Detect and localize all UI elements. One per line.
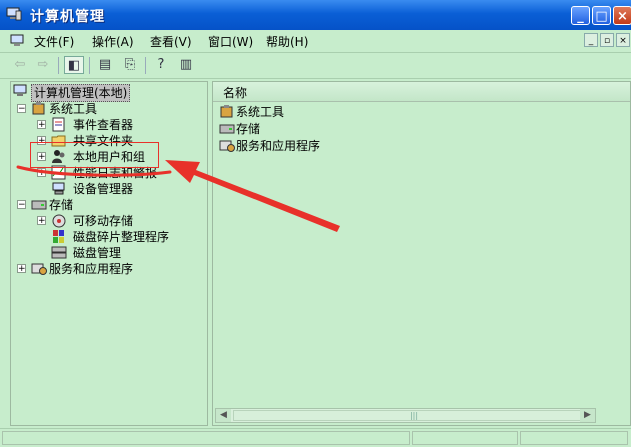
annotation-highlight-box — [30, 142, 159, 168]
status-cell — [520, 431, 628, 445]
computer-management-icon — [6, 7, 22, 21]
maximize-button[interactable]: □ — [592, 6, 611, 25]
export-list-icon[interactable]: ⎘ — [120, 56, 140, 74]
menu-action[interactable]: 操作(A) — [92, 33, 134, 50]
expand-toggle[interactable]: + — [37, 120, 46, 130]
console-tree-pane[interactable]: 计算机管理(本地) − 系统工具 + 事件查看器 + 共享文件夹 + 本地用户和… — [10, 81, 208, 426]
tree-root-label: 计算机管理(本地) — [31, 84, 131, 102]
menu-file[interactable]: 文件(F) — [34, 33, 74, 50]
disk-management-icon — [51, 246, 67, 259]
expand-toggle[interactable]: + — [17, 264, 26, 274]
child-close-button[interactable]: × — [616, 33, 630, 47]
tree-disk-defrag-label: 磁盘碎片整理程序 — [73, 230, 170, 244]
collapse-toggle[interactable]: − — [17, 200, 26, 210]
system-tools-icon — [32, 102, 45, 115]
removable-storage-icon — [52, 214, 66, 228]
horizontal-scrollbar[interactable]: ◀ ||| ▶ — [215, 408, 596, 423]
tree-disk-management-label: 磁盘管理 — [73, 246, 122, 260]
tree-removable-storage-label: 可移动存储 — [73, 214, 134, 228]
child-restore-button[interactable]: ▫ — [600, 33, 614, 47]
close-button[interactable]: × — [613, 6, 631, 25]
storage-icon — [219, 124, 235, 134]
services-icon — [219, 140, 235, 152]
show-hide-action-pane-icon[interactable]: ▥ — [176, 56, 196, 74]
console-icon[interactable] — [10, 34, 26, 48]
collapse-toggle[interactable]: − — [17, 104, 26, 114]
list-item-label: 服务和应用程序 — [236, 139, 321, 153]
child-minimize-button[interactable]: _ — [584, 33, 598, 47]
storage-icon — [31, 200, 47, 210]
help-icon[interactable]: ? — [151, 56, 171, 74]
details-pane[interactable]: 名称 系统工具 存储 服务和应用程序 ◀ ||| ▶ — [212, 81, 631, 426]
expand-toggle[interactable]: + — [37, 168, 46, 178]
forward-icon[interactable]: ⇨ — [33, 56, 53, 74]
expand-toggle[interactable]: + — [37, 216, 46, 226]
back-icon[interactable]: ⇦ — [10, 56, 30, 74]
column-header-name[interactable]: 名称 — [213, 82, 630, 102]
toolbar-separator — [145, 57, 146, 74]
list-item-label: 系统工具 — [236, 105, 285, 119]
defrag-icon — [53, 230, 64, 243]
tree-event-viewer-label: 事件查看器 — [73, 118, 134, 132]
column-header-label: 名称 — [223, 86, 248, 100]
computer-management-icon — [13, 84, 27, 96]
list-item-label: 存储 — [236, 122, 261, 136]
toolbar-separator — [89, 57, 90, 74]
tree-services-apps-label: 服务和应用程序 — [49, 262, 134, 276]
window-title: 计算机管理 — [30, 9, 105, 25]
device-manager-icon — [52, 182, 65, 195]
menu-view[interactable]: 查看(V) — [150, 33, 192, 50]
system-tools-icon — [220, 105, 233, 118]
toolbar: ⇦ ⇨ ◧ ▤ ⎘ ? ▥ — [0, 53, 631, 79]
show-hide-tree-icon[interactable]: ◧ — [64, 56, 84, 74]
scroll-left-icon[interactable]: ◀ — [216, 409, 231, 422]
scroll-thumb[interactable]: ||| — [233, 410, 595, 421]
status-cell — [2, 431, 410, 445]
event-viewer-icon — [52, 117, 65, 132]
properties-icon[interactable]: ▤ — [95, 56, 115, 74]
menu-help[interactable]: 帮助(H) — [266, 33, 308, 50]
services-icon — [31, 263, 47, 275]
toolbar-separator — [58, 57, 59, 74]
scroll-right-icon[interactable]: ▶ — [580, 409, 595, 422]
menu-window[interactable]: 窗口(W) — [208, 33, 253, 50]
title-bar[interactable]: 计算机管理 _ □ × — [0, 0, 631, 30]
status-cell — [412, 431, 518, 445]
minimize-button[interactable]: _ — [571, 6, 590, 25]
tree-system-tools-label: 系统工具 — [49, 102, 98, 116]
menu-bar: 文件(F) 操作(A) 查看(V) 窗口(W) 帮助(H) _ ▫ × — [0, 30, 631, 53]
tree-device-manager-label: 设备管理器 — [73, 182, 134, 196]
tree-storage-label: 存储 — [49, 198, 74, 212]
status-bar — [0, 428, 631, 447]
